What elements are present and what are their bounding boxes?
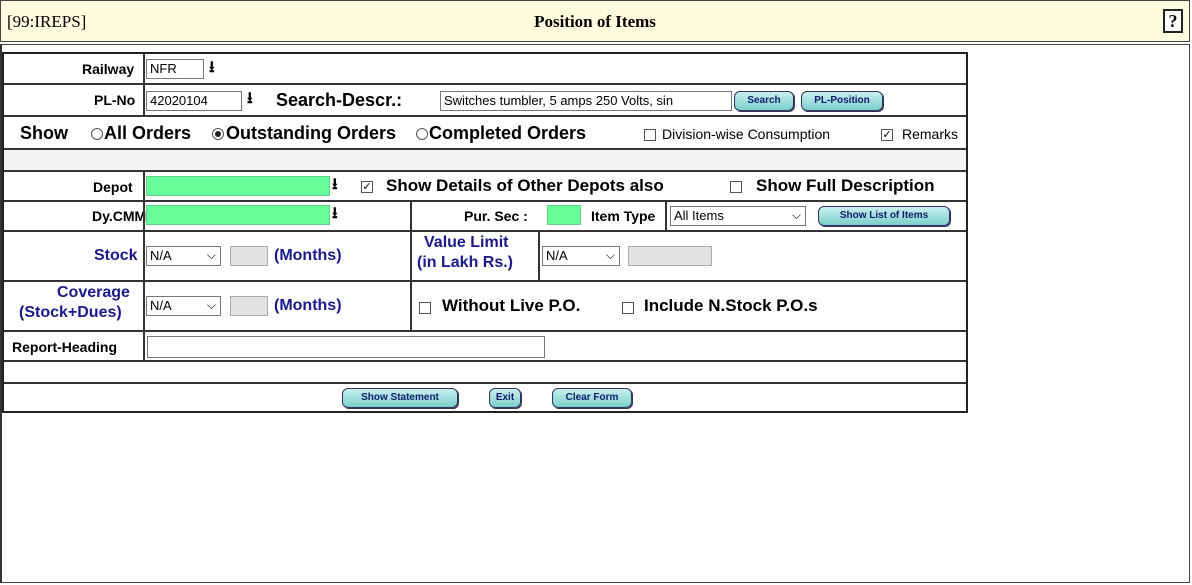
divider xyxy=(143,332,145,360)
stock-select[interactable]: N/A ⌵ xyxy=(146,246,221,266)
other-depots-label: Show Details of Other Depots also xyxy=(386,176,664,195)
coverage-label: Coverage xyxy=(57,284,130,301)
pl-position-button[interactable]: PL-Position xyxy=(801,91,883,111)
value-limit-label: Value Limit xyxy=(424,234,509,251)
division-wise-label: Division-wise Consumption xyxy=(662,126,831,142)
coverage-sub-label: (Stock+Dues) xyxy=(19,304,122,321)
dycmm-label: Dy.CMM xyxy=(92,208,147,224)
exit-button[interactable]: Exit xyxy=(489,388,521,408)
report-heading-label: Report-Heading xyxy=(12,339,117,355)
report-heading-input[interactable] xyxy=(147,336,545,358)
completed-orders-radio[interactable] xyxy=(416,128,428,140)
pur-sec-label: Pur. Sec : xyxy=(464,208,528,224)
depot-input[interactable] xyxy=(146,176,330,196)
all-orders-label: All Orders xyxy=(104,123,192,143)
include-nstock-label: Include N.Stock P.O.s xyxy=(644,296,818,315)
railway-lookup-icon[interactable]: ⭳ xyxy=(209,59,215,77)
clear-form-button[interactable]: Clear Form xyxy=(552,388,632,408)
item-type-value: All Items xyxy=(674,208,724,223)
show-list-of-items-button[interactable]: Show List of Items xyxy=(818,206,950,226)
railway-row: Railway NFR ⭳ xyxy=(4,54,966,85)
divider xyxy=(665,202,667,230)
include-nstock-checkbox[interactable] xyxy=(622,302,634,314)
other-depots-checkbox[interactable]: ✓ xyxy=(361,181,373,193)
divider xyxy=(143,202,145,230)
help-icon[interactable]: ? xyxy=(1163,9,1183,33)
page-title: Position of Items xyxy=(534,12,656,31)
coverage-select[interactable]: N/A ⌵ xyxy=(146,296,221,316)
remarks-label: Remarks xyxy=(902,126,959,142)
coverage-select-value: N/A xyxy=(150,298,172,313)
remarks-checkbox[interactable]: ✓ xyxy=(881,129,893,141)
coverage-months-input[interactable] xyxy=(230,296,268,316)
spacer-row xyxy=(4,150,966,172)
full-description-label: Show Full Description xyxy=(756,176,935,195)
value-limit-input[interactable] xyxy=(628,246,712,266)
stock-label: Stock xyxy=(94,247,138,264)
divider xyxy=(143,282,145,330)
outstanding-orders-label: Outstanding Orders xyxy=(226,123,397,143)
railway-label: Railway xyxy=(82,61,135,77)
plno-input[interactable]: 42020104 xyxy=(146,91,242,111)
depot-lookup-icon[interactable]: ⭳ xyxy=(332,176,338,194)
depot-row: Depot ⭳ ✓ Show Details of Other Depots a… xyxy=(4,172,966,202)
item-type-select[interactable]: All Items ⌵ xyxy=(670,206,806,226)
coverage-months-label: (Months) xyxy=(274,297,342,314)
value-limit-unit-label: (in Lakh Rs.) xyxy=(417,254,514,271)
search-descr-label: Search-Descr.: xyxy=(276,90,403,110)
divider xyxy=(143,232,145,280)
value-limit-select-value: N/A xyxy=(546,248,568,263)
spacer-row xyxy=(4,362,966,384)
title-bar: [99:IREPS] Position of Items ? xyxy=(0,0,1190,42)
value-limit-select[interactable]: N/A ⌵ xyxy=(542,246,620,266)
stock-select-value: N/A xyxy=(150,248,172,263)
divider xyxy=(410,202,412,230)
actions-row: Show Statement Exit Clear Form xyxy=(4,384,966,411)
item-type-label: Item Type xyxy=(591,208,656,224)
divider xyxy=(410,232,412,280)
divider xyxy=(538,232,540,280)
chevron-down-icon: ⌵ xyxy=(605,248,615,262)
division-wise-checkbox[interactable] xyxy=(644,129,656,141)
divider xyxy=(410,282,412,330)
plno-label: PL-No xyxy=(94,92,136,108)
depot-label: Depot xyxy=(93,179,133,195)
stock-months-input[interactable] xyxy=(230,246,268,266)
stock-row: Stock N/A ⌵ (Months) Value Limit (in Lakh… xyxy=(4,232,966,282)
search-descr-input[interactable]: Switches tumbler, 5 amps 250 Volts, sin xyxy=(440,91,732,111)
full-description-checkbox[interactable] xyxy=(730,181,742,193)
stock-months-label: (Months) xyxy=(274,247,342,264)
show-row: Show All Orders Outstanding Orders Compl… xyxy=(4,117,966,150)
search-button[interactable]: Search xyxy=(734,91,794,111)
plno-lookup-icon[interactable]: ⭳ xyxy=(247,90,253,108)
outstanding-orders-radio[interactable] xyxy=(212,128,224,140)
show-statement-button[interactable]: Show Statement xyxy=(342,388,458,408)
divider xyxy=(143,85,145,115)
dycmm-row: Dy.CMM ⭳ Pur. Sec : Item Type All Items ⌵… xyxy=(4,202,966,232)
show-label: Show xyxy=(20,123,68,143)
completed-orders-label: Completed Orders xyxy=(429,123,587,143)
dycmm-lookup-icon[interactable]: ⭳ xyxy=(332,205,338,223)
chevron-down-icon: ⌵ xyxy=(791,208,801,222)
chevron-down-icon: ⌵ xyxy=(206,298,216,312)
dycmm-input[interactable] xyxy=(146,205,330,225)
without-live-po-label: Without Live P.O. xyxy=(442,296,581,315)
railway-input[interactable]: NFR xyxy=(146,59,204,79)
chevron-down-icon: ⌵ xyxy=(206,248,216,262)
coverage-row: Coverage (Stock+Dues) N/A ⌵ (Months) With… xyxy=(4,282,966,332)
all-orders-radio[interactable] xyxy=(91,128,103,140)
divider xyxy=(143,54,145,83)
pur-sec-input[interactable] xyxy=(547,205,581,225)
plno-row: PL-No 42020104 ⭳ Search-Descr.: Switches… xyxy=(4,85,966,117)
query-form: Railway NFR ⭳ PL-No 42020104 ⭳ Search-De… xyxy=(2,52,968,413)
without-live-po-checkbox[interactable] xyxy=(419,302,431,314)
divider xyxy=(143,172,145,200)
report-heading-row: Report-Heading xyxy=(4,332,966,362)
